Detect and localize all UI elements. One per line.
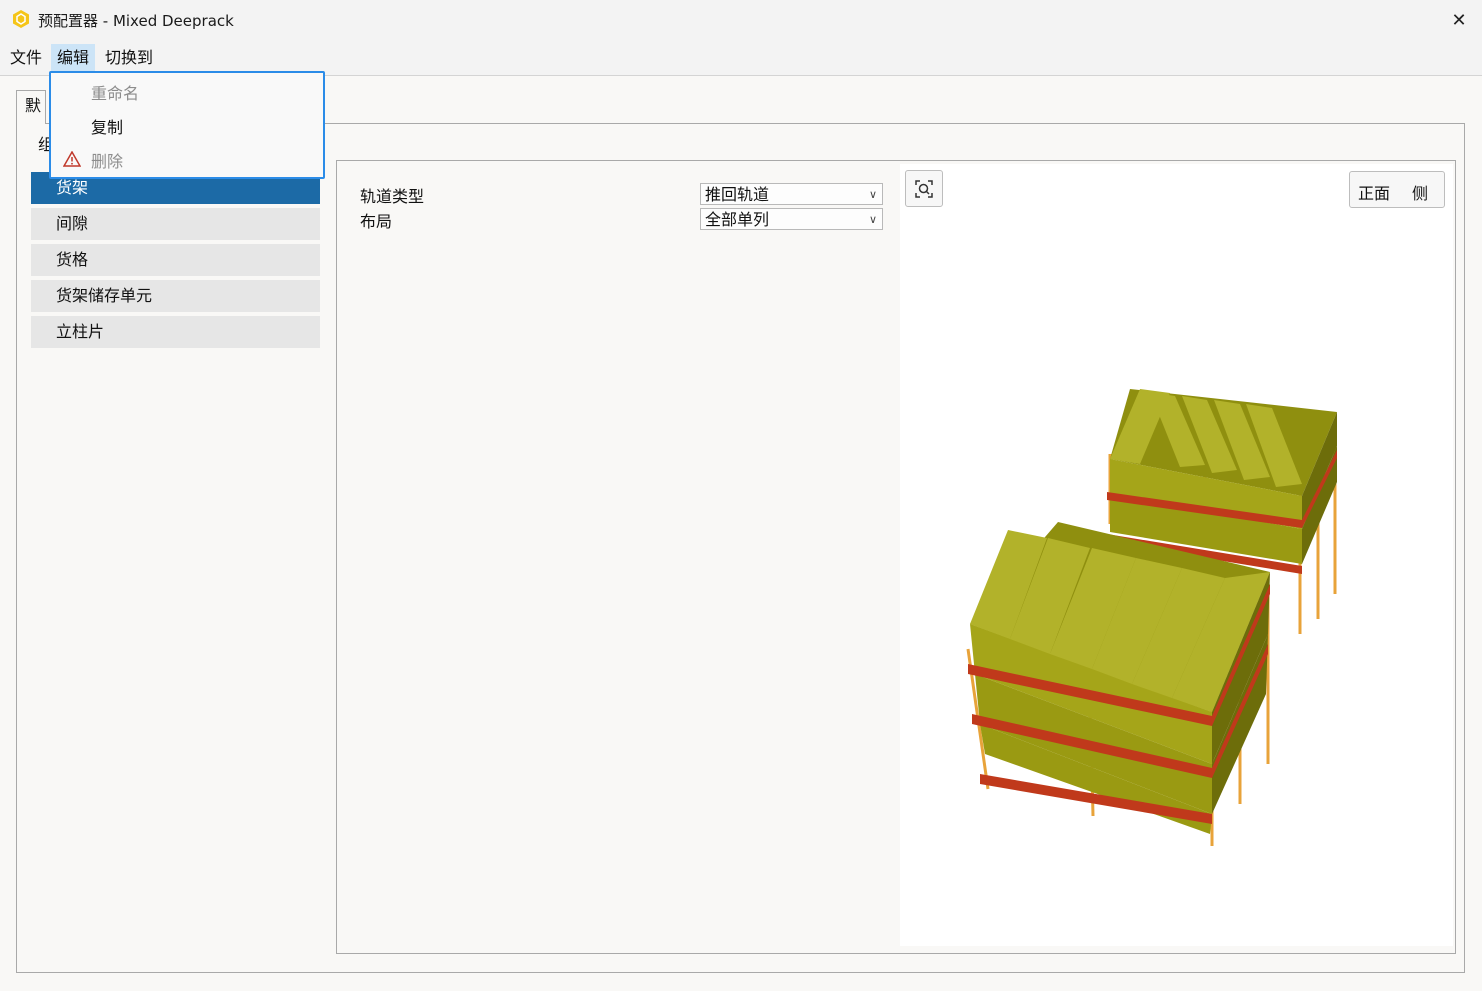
app-logo-icon [13, 10, 29, 28]
close-icon: ✕ [1451, 9, 1467, 31]
layout-value: 全部单列 [705, 210, 770, 229]
close-button[interactable]: ✕ [1436, 0, 1482, 40]
warning-icon [63, 151, 81, 167]
chevron-down-icon: ∨ [868, 188, 877, 201]
menu-file[interactable]: 文件 [4, 44, 48, 72]
edit-dropdown-menu: 重命名 复制 删除 [49, 71, 325, 179]
rail-type-label: 轨道类型 [360, 187, 425, 206]
menu-item-copy[interactable]: 复制 [91, 115, 123, 141]
sidebar-item-storage-unit[interactable]: 货架储存单元 [31, 280, 320, 312]
layout-select[interactable]: 全部单列 ∨ [700, 208, 883, 230]
sidebar-item-clearance[interactable]: 间隙 [31, 208, 320, 240]
menu-edit[interactable]: 编辑 [51, 44, 96, 72]
menu-switch-to[interactable]: 切换到 [99, 44, 159, 72]
front-rack [966, 522, 1270, 846]
menu-item-delete[interactable]: 删除 [91, 149, 123, 175]
tab-default[interactable]: 默认 [16, 90, 46, 124]
window-title: 预配置器 - Mixed Deeprack [38, 12, 234, 30]
sidebar-item-bay[interactable]: 货格 [31, 244, 320, 276]
rail-type-value: 推回轨道 [705, 185, 770, 204]
rack-3d-render [966, 389, 1337, 846]
rail-type-select[interactable]: 推回轨道 ∨ [700, 183, 883, 205]
menu-item-rename[interactable]: 重命名 [91, 81, 139, 107]
sidebar-item-upright-frame[interactable]: 立柱片 [31, 316, 320, 348]
title-bar: 预配置器 - Mixed Deeprack ✕ [0, 0, 1482, 40]
chevron-down-icon: ∨ [868, 213, 877, 226]
tab-group[interactable]: 组 [31, 130, 51, 160]
layout-label: 布局 [360, 212, 393, 231]
